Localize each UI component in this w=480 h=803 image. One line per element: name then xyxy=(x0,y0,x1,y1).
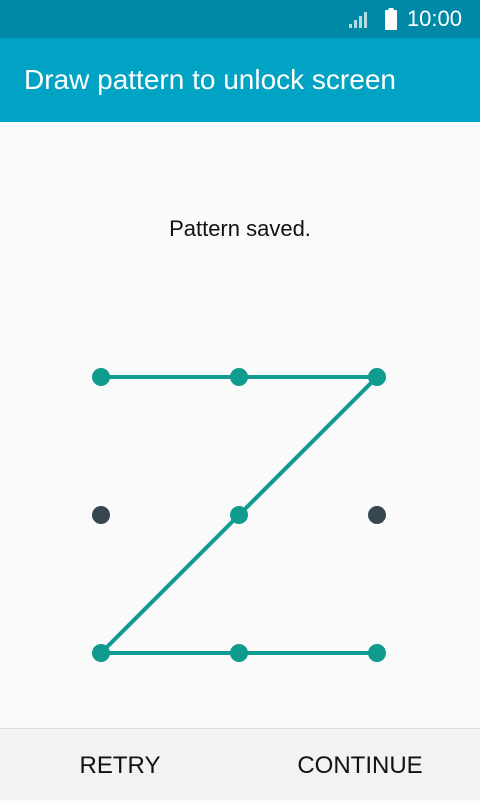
pattern-dot-9[interactable] xyxy=(368,644,386,662)
signal-icon xyxy=(348,12,367,28)
retry-button[interactable]: RETRY xyxy=(40,729,200,801)
app-bar: Draw pattern to unlock screen xyxy=(0,38,480,122)
pattern-dot-6[interactable] xyxy=(368,506,386,524)
continue-button[interactable]: CONTINUE xyxy=(280,729,440,801)
pattern-dot-5[interactable] xyxy=(230,506,248,524)
status-time: 10:00 xyxy=(406,6,462,31)
status-bar: 10:00 xyxy=(0,0,480,38)
page-title: Draw pattern to unlock screen xyxy=(24,64,396,95)
pattern-dot-2[interactable] xyxy=(230,368,248,386)
pattern-dot-4[interactable] xyxy=(92,506,110,524)
status-icons: 10:00 xyxy=(348,0,462,38)
pattern-content: Pattern saved. xyxy=(0,122,480,728)
pattern-dot-3[interactable] xyxy=(368,368,386,386)
pattern-grid[interactable] xyxy=(0,122,480,728)
battery-icon xyxy=(384,8,397,30)
pattern-dot-7[interactable] xyxy=(92,644,110,662)
pattern-dot-1[interactable] xyxy=(92,368,110,386)
pattern-path-segment xyxy=(237,375,379,517)
bottom-action-bar: RETRY CONTINUE xyxy=(0,728,480,800)
pattern-dot-8[interactable] xyxy=(230,644,248,662)
pattern-path-segment xyxy=(99,513,241,655)
